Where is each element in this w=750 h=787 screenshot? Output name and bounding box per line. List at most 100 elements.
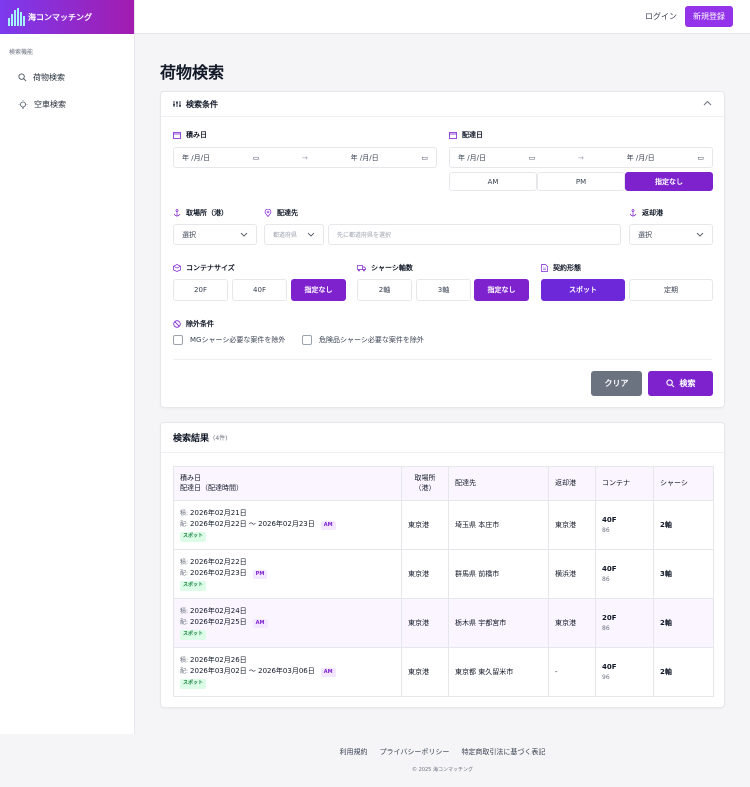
delivery-date: 2026年03月02日 〜 2026年03月06日 bbox=[190, 666, 315, 675]
container-cell: 40F 86 bbox=[595, 500, 654, 550]
sidebar-item-cargo-search[interactable]: 荷物検索 bbox=[0, 66, 134, 89]
container-size-20f[interactable]: 20F bbox=[173, 279, 228, 301]
login-link[interactable]: ログイン bbox=[645, 11, 677, 22]
load-prefix: 積: bbox=[180, 510, 189, 518]
chassis-2-axle[interactable]: 2軸 bbox=[357, 279, 412, 301]
truck-icon bbox=[357, 265, 366, 272]
time-slot-badge: AM bbox=[320, 667, 336, 678]
delivery-time-am[interactable]: AM bbox=[449, 172, 537, 191]
checkbox-box[interactable] bbox=[173, 335, 183, 345]
results-header: 検索結果 (4件) bbox=[161, 423, 724, 453]
search-button-label: 検索 bbox=[679, 379, 696, 388]
city-select[interactable]: 先に都道府県を選択 bbox=[328, 224, 621, 245]
copyright: © 2025 海コンマッチング bbox=[412, 767, 473, 773]
loading-date: 2026年02月26日 bbox=[190, 656, 247, 665]
container-cell: 40F 86 bbox=[595, 549, 654, 599]
exclude-hazmat-chassis-checkbox[interactable]: 危険品シャーシ必要な案件を除外 bbox=[302, 335, 424, 345]
footer: 利用規約 プライバシーポリシー 特定商取引法に基づく表記 © 2025 海コンマ… bbox=[135, 734, 750, 787]
search-conditions-title: 検索条件 bbox=[186, 99, 218, 109]
chevron-down-icon bbox=[696, 232, 704, 237]
loading-date-from-input[interactable]: 年 /月/日 bbox=[182, 153, 210, 163]
container-size-40f[interactable]: 40F bbox=[232, 279, 287, 301]
chevron-down-icon bbox=[240, 232, 248, 237]
terms-link[interactable]: 利用規約 bbox=[340, 747, 368, 757]
calendar-picker-icon[interactable]: ▭ bbox=[421, 154, 428, 162]
delivery-date-from-input[interactable]: 年 /月/日 bbox=[458, 153, 486, 163]
calendar-picker-icon[interactable]: ▭ bbox=[697, 154, 704, 162]
return-port-select[interactable]: 選択 bbox=[629, 224, 713, 245]
container-cell: 20F 86 bbox=[595, 598, 654, 648]
search-conditions-header[interactable]: 検索条件 bbox=[161, 92, 724, 117]
page-title: 荷物検索 bbox=[160, 63, 225, 82]
sidebar-item-label: 荷物検索 bbox=[33, 73, 65, 82]
column-header-pickup[interactable]: 取場所（港） bbox=[401, 466, 449, 501]
chassis-3-axle[interactable]: 3軸 bbox=[416, 279, 471, 301]
calendar-picker-icon[interactable]: ▭ bbox=[529, 154, 536, 162]
destination-cell: 東京都 東久留米市 bbox=[448, 647, 549, 697]
column-header-destination[interactable]: 配達先 bbox=[448, 466, 549, 501]
chassis-cell: 3軸 bbox=[653, 549, 714, 599]
container-size: 40F bbox=[602, 515, 617, 524]
container-size: 20F bbox=[602, 613, 617, 622]
checkbox-box[interactable] bbox=[302, 335, 312, 345]
table-row[interactable]: 積: 2026年02月22日 配: 2026年02月23日 PM スポット 東京港 群… bbox=[173, 549, 714, 599]
dates-cell: 積: 2026年02月24日 配: 2026年02月25日 AM スポット bbox=[173, 598, 402, 648]
map-pin-icon bbox=[264, 209, 272, 217]
delivery-date-to-input[interactable]: 年 /月/日 bbox=[627, 153, 655, 163]
privacy-link[interactable]: プライバシーポリシー bbox=[380, 747, 450, 757]
clear-button[interactable]: クリア bbox=[591, 371, 642, 396]
container-sub: 86 bbox=[602, 625, 610, 632]
loading-date-to-input[interactable]: 年 /月/日 bbox=[351, 153, 379, 163]
return-port-cell: 東京港 bbox=[548, 500, 596, 550]
city-placeholder: 先に都道府県を選択 bbox=[337, 232, 392, 239]
anchor-icon bbox=[629, 209, 637, 217]
column-header-container[interactable]: コンテナ bbox=[595, 466, 654, 501]
exclusions-label-text: 除外条件 bbox=[186, 320, 214, 328]
chassis-none[interactable]: 指定なし bbox=[474, 279, 529, 301]
chassis-cell: 2軸 bbox=[653, 598, 714, 648]
contract-regular[interactable]: 定期 bbox=[629, 279, 713, 301]
return-port-value: 選択 bbox=[638, 230, 652, 239]
box-icon bbox=[173, 264, 181, 272]
contract-type-label: 契約形態 bbox=[541, 263, 581, 273]
container-size-none[interactable]: 指定なし bbox=[291, 279, 346, 301]
table-header-row: 積み日 配達日（配達時間） 取場所（港） 配達先 返却港 コンテナ シャーシ bbox=[173, 466, 714, 501]
time-slot-badge: AM bbox=[320, 520, 336, 531]
delivery-time-none[interactable]: 指定なし bbox=[625, 172, 713, 191]
register-button[interactable]: 新規登録 bbox=[685, 6, 733, 27]
delivery-date-label-text: 配達日 bbox=[462, 131, 483, 139]
delivery-time-pm[interactable]: PM bbox=[537, 172, 625, 191]
dates-cell: 積: 2026年02月26日 配: 2026年03月02日 〜 2026年03月06… bbox=[173, 647, 402, 697]
prefecture-placeholder: 都道府県 bbox=[273, 232, 298, 239]
container-size-label: コンテナサイズ bbox=[173, 263, 235, 273]
arrow-right-icon: → bbox=[578, 153, 584, 162]
main-content: 荷物検索 検索条件 積み日 年 /月/日 ▭ → 年 /月/日 ▭ 配達日 年 … bbox=[160, 34, 725, 708]
pickup-port-cell: 東京港 bbox=[401, 598, 449, 648]
column-header-dates[interactable]: 積み日 配達日（配達時間） bbox=[173, 466, 402, 501]
table-row[interactable]: 積: 2026年02月24日 配: 2026年02月25日 AM スポット 東京港 栃… bbox=[173, 598, 714, 648]
ban-icon bbox=[173, 320, 181, 328]
container-size: 40F bbox=[602, 662, 617, 671]
search-button[interactable]: 検索 bbox=[648, 371, 713, 396]
search-results-card: 検索結果 (4件) 積み日 配達日（配達時間） 取場所（港） 配達先 返却港 コン… bbox=[160, 422, 725, 708]
table-row[interactable]: 積: 2026年02月26日 配: 2026年03月02日 〜 2026年03月06… bbox=[173, 647, 714, 697]
pickup-port-select[interactable]: 選択 bbox=[173, 224, 257, 245]
chevron-up-icon[interactable] bbox=[703, 100, 712, 106]
column-header-chassis[interactable]: シャーシ bbox=[653, 466, 714, 501]
exclude-mg-chassis-checkbox[interactable]: MGシャーシ必要な案件を除外 bbox=[173, 335, 285, 345]
results-count: (4件) bbox=[213, 435, 228, 442]
contract-badge: スポット bbox=[180, 581, 207, 591]
anchor-icon bbox=[173, 209, 181, 217]
table-row[interactable]: 積: 2026年02月21日 配: 2026年02月22日 〜 2026年02月23… bbox=[173, 500, 714, 550]
delivery-date: 2026年02月22日 〜 2026年02月23日 bbox=[190, 519, 315, 528]
calendar-picker-icon[interactable]: ▭ bbox=[253, 154, 260, 162]
column-header-return[interactable]: 返却港 bbox=[548, 466, 596, 501]
commerce-law-link[interactable]: 特定商取引法に基づく表記 bbox=[461, 747, 545, 757]
prefecture-select[interactable]: 都道府県 bbox=[264, 224, 324, 245]
pickup-port-value: 選択 bbox=[182, 230, 196, 239]
brand-logo[interactable]: 海コンマッチング bbox=[0, 0, 134, 34]
contract-spot[interactable]: スポット bbox=[541, 279, 625, 301]
delivery-date: 2026年02月25日 bbox=[190, 617, 247, 626]
pickup-port-cell: 東京港 bbox=[401, 647, 449, 697]
sidebar-item-vehicle-search[interactable]: 空車検索 bbox=[0, 93, 134, 116]
